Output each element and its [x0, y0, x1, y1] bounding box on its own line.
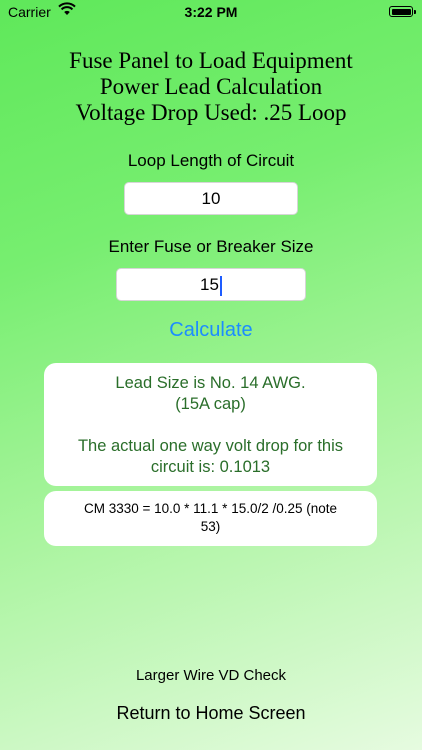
- return-home-button[interactable]: Return to Home Screen: [0, 703, 422, 724]
- page-title: Fuse Panel to Load Equipment Power Lead …: [0, 48, 422, 126]
- title-line-3: Voltage Drop Used: .25 Loop: [75, 100, 347, 125]
- text-cursor: [219, 275, 222, 296]
- loop-length-label: Loop Length of Circuit: [127, 151, 295, 170]
- fuse-size-label: Enter Fuse or Breaker Size: [108, 237, 314, 256]
- fuse-size-input[interactable]: 15: [116, 268, 306, 301]
- status-time: 3:22 PM: [184, 4, 238, 20]
- formula-card: CM 3330 = 10.0 * 11.1 * 15.0/2 /0.25 (no…: [44, 491, 377, 546]
- calculate-button[interactable]: Calculate: [0, 319, 422, 342]
- result-spacer: [44, 415, 377, 436]
- result-line-3: The actual one way volt drop for this: [77, 437, 344, 455]
- title-line-2: Power Lead Calculation: [99, 74, 323, 99]
- result-line-2: (15A cap): [175, 395, 246, 413]
- formula-line-2: 53): [200, 519, 221, 534]
- title-line-1: Fuse Panel to Load Equipment: [69, 48, 353, 73]
- battery-icon: [389, 6, 416, 17]
- result-line-4: circuit is: 0.1013: [150, 458, 271, 476]
- loop-length-value: 10: [201, 189, 221, 208]
- status-bar: Carrier 3:22 PM: [0, 0, 422, 24]
- fuse-size-value: 15: [200, 275, 219, 294]
- larger-wire-button[interactable]: Larger Wire VD Check: [0, 667, 422, 684]
- formula-line-1: CM 3330 = 10.0 * 11.1 * 15.0/2 /0.25 (no…: [83, 501, 338, 516]
- loop-length-input[interactable]: 10: [124, 182, 298, 215]
- result-line-1: Lead Size is No. 14 AWG.: [115, 374, 306, 392]
- result-card: Lead Size is No. 14 AWG. (15A cap) The a…: [44, 363, 377, 486]
